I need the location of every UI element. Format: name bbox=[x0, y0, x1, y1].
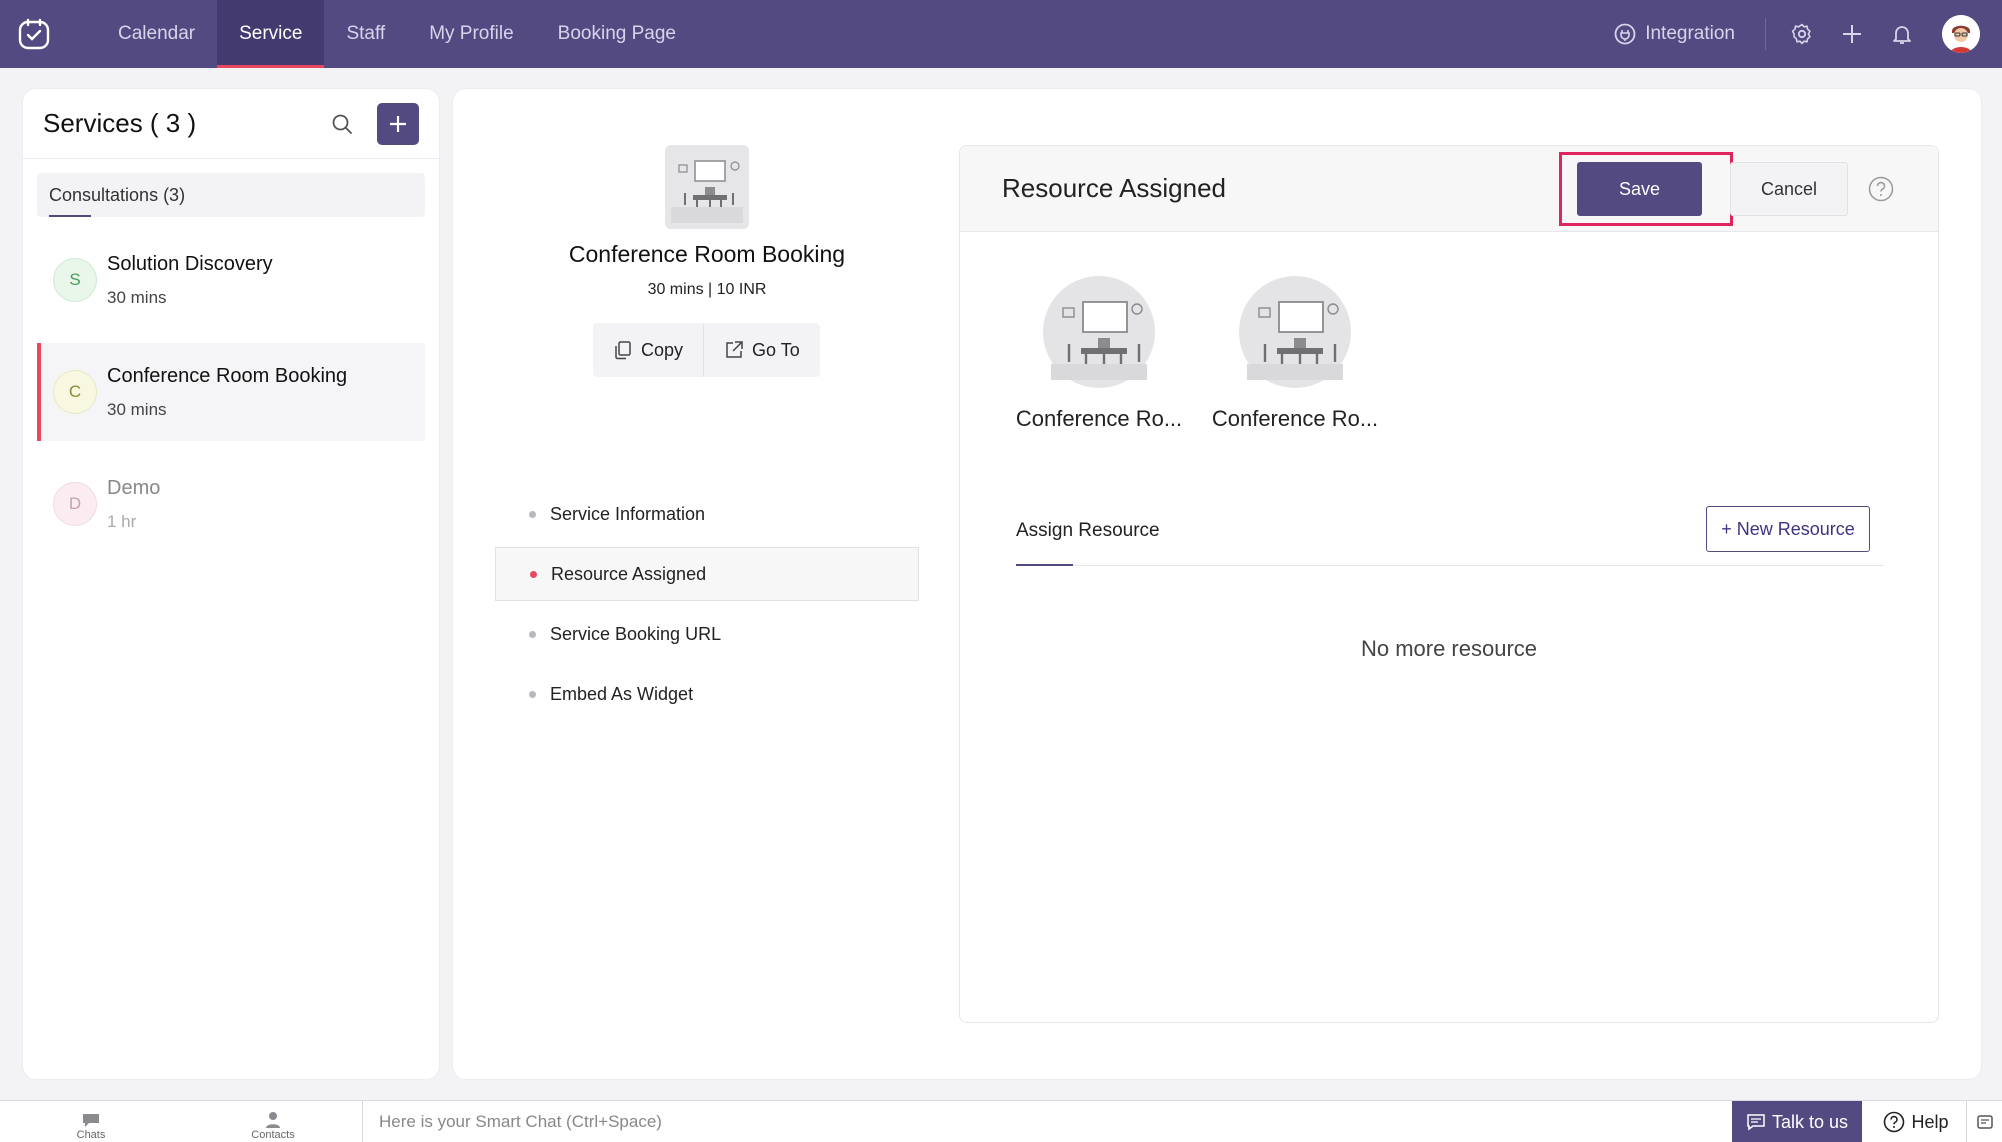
chat-icon bbox=[1747, 1114, 1765, 1131]
services-panel: Services ( 3 ) Consultations (3) S Solut… bbox=[22, 88, 440, 1080]
gear-icon[interactable] bbox=[1788, 20, 1816, 48]
bullet-icon bbox=[529, 690, 536, 698]
service-text: Demo 1 hr bbox=[107, 477, 160, 532]
integration-link[interactable]: Integration bbox=[1613, 18, 1766, 50]
contact-icon bbox=[266, 1111, 280, 1128]
external-link-icon bbox=[726, 341, 743, 358]
smart-chat-input[interactable]: Here is your Smart Chat (Ctrl+Space) bbox=[362, 1101, 1732, 1142]
service-detail-title: Conference Room Booking bbox=[568, 241, 846, 267]
chat-bubble-icon bbox=[83, 1113, 99, 1127]
chats-label: Chats bbox=[76, 1128, 106, 1141]
help-label: Help bbox=[1911, 1111, 1949, 1132]
service-text: Conference Room Booking 30 mins bbox=[107, 365, 347, 420]
service-duration: 1 hr bbox=[107, 511, 137, 531]
help-icon[interactable] bbox=[1868, 176, 1894, 202]
service-name: Demo bbox=[107, 476, 161, 499]
help-circle-icon bbox=[1884, 1111, 1905, 1133]
widget-icon[interactable] bbox=[1966, 1101, 2002, 1142]
go-to-button[interactable]: Go To bbox=[703, 323, 820, 377]
service-duration: 30 mins bbox=[107, 399, 167, 419]
main-nav: Calendar Service Staff My Profile Bookin… bbox=[96, 0, 698, 68]
conference-room-icon bbox=[665, 145, 749, 229]
resource-name: Conference Ro... bbox=[1211, 406, 1379, 431]
search-icon[interactable] bbox=[327, 109, 357, 139]
menu-item-label: Resource Assigned bbox=[551, 563, 707, 584]
help-button[interactable]: Help bbox=[1866, 1101, 1966, 1142]
assigned-resources-list: Conference Ro... Conference Ro... bbox=[1014, 276, 1380, 432]
app-logo-icon[interactable] bbox=[16, 16, 52, 52]
nav-tab-service[interactable]: Service bbox=[217, 0, 325, 68]
add-service-button[interactable] bbox=[377, 102, 419, 145]
service-text: Solution Discovery 30 mins bbox=[107, 253, 273, 308]
menu-item-service-booking-url[interactable]: Service Booking URL bbox=[495, 607, 919, 661]
service-item-conference-room-booking[interactable]: C Conference Room Booking 30 mins bbox=[37, 343, 425, 441]
conference-room-icon bbox=[1043, 276, 1155, 388]
service-section-menu: Service Information Resource Assigned Se… bbox=[495, 487, 919, 727]
resource-name: Conference Ro... bbox=[1015, 406, 1183, 431]
bell-icon[interactable] bbox=[1888, 20, 1916, 48]
category-tab-consultations[interactable]: Consultations (3) bbox=[37, 173, 425, 217]
service-avatar: D bbox=[53, 482, 97, 526]
service-detail-meta: 30 mins | 10 INR bbox=[647, 281, 767, 298]
bottom-bar: Chats Contacts Here is your Smart Chat (… bbox=[0, 1100, 2002, 1142]
service-actions: Copy Go To bbox=[593, 323, 820, 377]
integration-icon bbox=[1614, 23, 1636, 45]
top-right-actions: Integration bbox=[1613, 0, 1980, 68]
save-button[interactable]: Save bbox=[1577, 162, 1702, 216]
assign-resource-underline bbox=[1016, 564, 1073, 566]
assign-resource-tab[interactable]: Assign Resource bbox=[1016, 520, 1160, 542]
copy-button[interactable]: Copy bbox=[593, 323, 703, 377]
service-item-demo[interactable]: D Demo 1 hr bbox=[37, 455, 425, 553]
new-resource-button[interactable]: + New Resource bbox=[1706, 506, 1870, 552]
resource-assigned-card: Resource Assigned Save Cancel Conference… bbox=[959, 145, 1939, 1023]
bullet-icon bbox=[529, 630, 536, 638]
menu-item-label: Service Information bbox=[550, 503, 706, 524]
menu-item-embed-as-widget[interactable]: Embed As Widget bbox=[495, 667, 919, 721]
bullet-icon bbox=[530, 570, 537, 578]
user-avatar[interactable] bbox=[1942, 15, 1980, 53]
cancel-button[interactable]: Cancel bbox=[1730, 162, 1848, 216]
service-item-solution-discovery[interactable]: S Solution Discovery 30 mins bbox=[37, 231, 425, 329]
resource-item[interactable]: Conference Ro... bbox=[1210, 276, 1380, 432]
menu-item-service-information[interactable]: Service Information bbox=[495, 487, 919, 541]
nav-tab-calendar[interactable]: Calendar bbox=[96, 0, 217, 68]
service-name: Solution Discovery bbox=[107, 252, 273, 275]
services-panel-header: Services ( 3 ) bbox=[23, 89, 439, 159]
nav-tab-my-profile[interactable]: My Profile bbox=[407, 0, 535, 68]
copy-icon bbox=[615, 341, 631, 360]
menu-item-label: Embed As Widget bbox=[550, 683, 694, 704]
menu-item-resource-assigned[interactable]: Resource Assigned bbox=[495, 547, 919, 601]
service-detail-panel: Conference Room Booking 30 mins | 10 INR… bbox=[452, 88, 1982, 1080]
service-avatar: S bbox=[53, 258, 97, 302]
integration-label: Integration bbox=[1645, 23, 1735, 44]
service-avatar: C bbox=[53, 370, 97, 414]
copy-label: Copy bbox=[641, 339, 684, 360]
bullet-icon bbox=[529, 510, 536, 518]
go-to-label: Go To bbox=[752, 339, 800, 360]
top-navigation-bar: Calendar Service Staff My Profile Bookin… bbox=[0, 0, 2002, 68]
assign-resource-section: Assign Resource + New Resource bbox=[1016, 506, 1884, 566]
talk-to-us-button[interactable]: Talk to us bbox=[1732, 1101, 1862, 1142]
menu-item-label: Service Booking URL bbox=[550, 623, 722, 644]
service-duration: 30 mins bbox=[107, 287, 167, 307]
talk-to-us-label: Talk to us bbox=[1771, 1111, 1849, 1132]
empty-state-text: No more resource bbox=[1360, 636, 1538, 661]
service-name: Conference Room Booking bbox=[107, 364, 348, 387]
plus-icon bbox=[390, 115, 406, 132]
resource-item[interactable]: Conference Ro... bbox=[1014, 276, 1184, 432]
services-title: Services ( 3 ) bbox=[43, 108, 197, 138]
chats-tab[interactable]: Chats bbox=[0, 1101, 182, 1142]
contacts-label: Contacts bbox=[251, 1128, 295, 1141]
resource-card-header: Resource Assigned Save Cancel bbox=[960, 146, 1938, 232]
nav-tab-staff[interactable]: Staff bbox=[324, 0, 407, 68]
nav-tab-booking-page[interactable]: Booking Page bbox=[536, 0, 698, 68]
conference-room-icon bbox=[1239, 276, 1351, 388]
plus-icon[interactable] bbox=[1838, 20, 1866, 48]
contacts-tab[interactable]: Contacts bbox=[182, 1101, 364, 1142]
